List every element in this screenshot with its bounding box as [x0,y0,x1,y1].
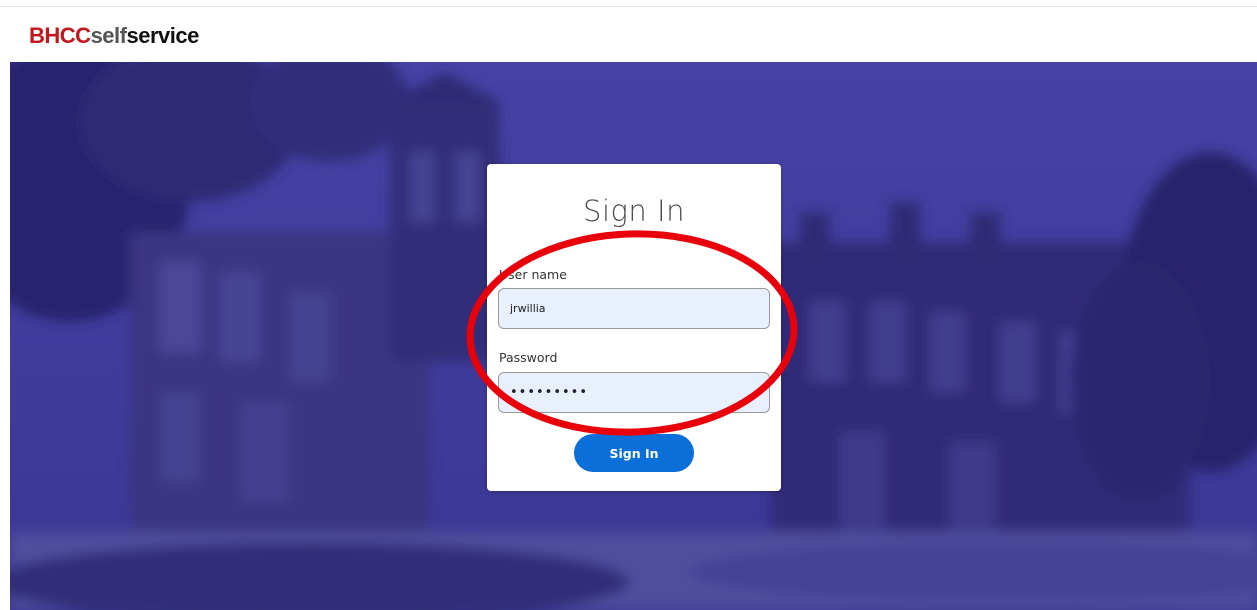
page: BHCCselfservice Sign In User name jrwill… [0,0,1257,610]
bhcc-selfservice-logo[interactable]: BHCCselfservice [29,22,199,50]
sign-in-button[interactable]: Sign In [574,434,694,472]
sign-in-title: Sign In [583,194,685,228]
logo-text-bhcc: BHCC [29,23,91,48]
site-header: BHCCselfservice [0,0,1257,62]
sign-in-card: Sign In User name Password Sign In [487,164,781,491]
password-input[interactable] [498,372,770,413]
username-label: User name [499,267,567,282]
logo-text-self: self [90,23,127,48]
logo-text-service: service [126,23,199,48]
username-input[interactable] [498,288,770,329]
header-divider [0,6,1257,7]
password-label: Password [499,350,558,365]
